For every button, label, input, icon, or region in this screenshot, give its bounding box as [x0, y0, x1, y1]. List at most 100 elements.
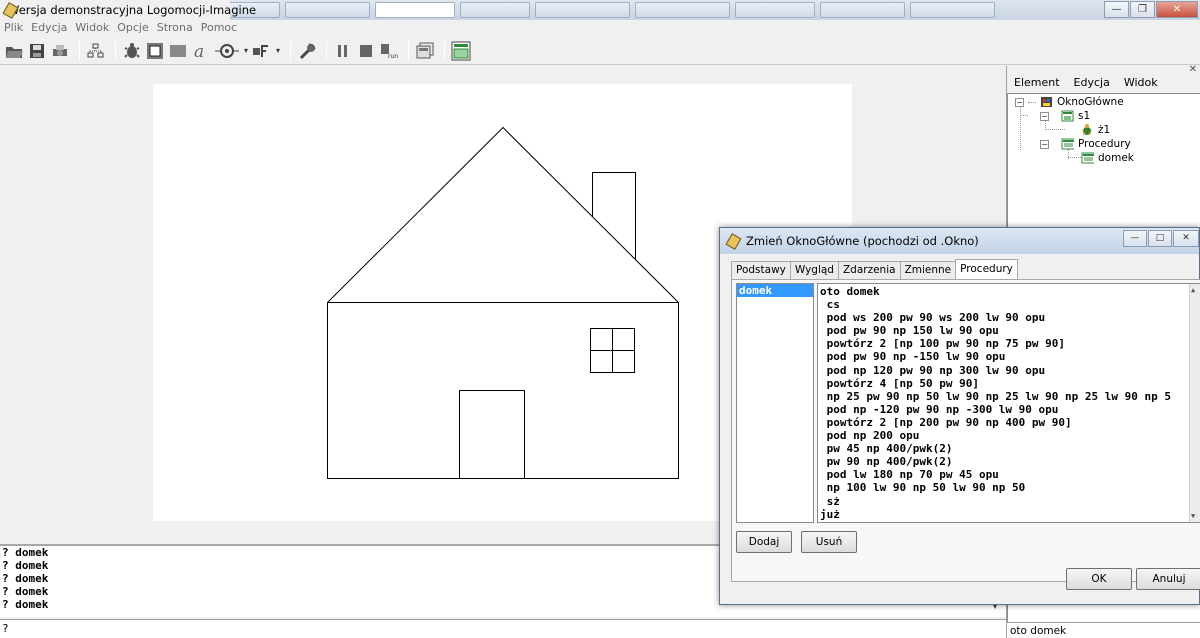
cancel-button[interactable]: Anuluj: [1136, 568, 1200, 590]
procedure-list[interactable]: domek: [736, 283, 814, 523]
tree-node-procedures[interactable]: − Procedury: [1040, 137, 1131, 151]
title-bar: Wersja demonstracyjna Logomocji-Imagine …: [0, 0, 1200, 22]
window-green-icon[interactable]: [451, 40, 471, 62]
code-line: pod np 120 pw 90 np 300 lw 90 opu: [820, 363, 1046, 377]
tree-view-icon[interactable]: [86, 40, 106, 62]
list-item[interactable]: domek: [737, 284, 813, 297]
code-line: sż: [820, 494, 840, 508]
taskbar-button[interactable]: [535, 2, 630, 18]
house-roof: [327, 126, 679, 303]
menu-pomoc[interactable]: Pomoc: [201, 20, 237, 36]
taskbar-button[interactable]: [820, 2, 905, 18]
tab-zmienne[interactable]: Zmienne: [899, 261, 957, 279]
add-button[interactable]: Dodaj: [736, 531, 792, 553]
app-title-area: Wersja demonstracyjna Logomocji-Imagine: [0, 0, 256, 20]
dialog-title: Zmień OknoGłówne (pochodzi od .Okno): [746, 234, 979, 248]
rectangle-icon[interactable]: [168, 40, 188, 62]
tree-node-root[interactable]: − OknoGłówne: [1015, 95, 1124, 109]
restore-icon[interactable]: ❐: [1130, 1, 1155, 18]
menu-opcje[interactable]: Opcje: [117, 20, 149, 36]
code-line: pod pw 90 np 150 lw 90 opu: [820, 324, 999, 338]
code-line: powtórz 2 [np 100 pw 90 np 75 pw 90]: [820, 337, 1066, 351]
toolbar: a ▾ ▾ run: [0, 37, 1200, 65]
procedure-icon: [1081, 152, 1094, 164]
panel-close-icon[interactable]: ✕: [1189, 64, 1197, 75]
control-icon[interactable]: [252, 40, 272, 62]
collapse-icon[interactable]: −: [1015, 97, 1024, 107]
code-line: pod ws 200 pw 90 ws 200 lw 90 opu: [820, 311, 1046, 325]
pages-icon[interactable]: [415, 40, 435, 62]
ok-button[interactable]: OK: [1066, 568, 1132, 590]
code-line: oto domek: [820, 285, 880, 298]
tree-node-label: s1: [1078, 110, 1091, 122]
edit-dialog: Zmień OknoGłówne (pochodzi od .Okno) — □…: [719, 227, 1200, 605]
tree-node-domek[interactable]: domek: [1081, 151, 1134, 165]
pause-icon[interactable]: [333, 40, 353, 62]
save-icon[interactable]: [27, 40, 47, 62]
tree-node-label: ż1: [1098, 124, 1111, 136]
close-icon[interactable]: ✕: [1173, 230, 1199, 247]
tab-podstawy[interactable]: Podstawy: [731, 261, 791, 279]
close-icon[interactable]: ✕: [1156, 1, 1198, 18]
tree-node-label: OknoGłówne: [1057, 96, 1124, 108]
code-line: pod np 200 opu: [820, 429, 920, 443]
frame-icon[interactable]: [145, 40, 165, 62]
code-scrollbar[interactable]: ▲ ▼: [1189, 284, 1200, 522]
code-line: pod np -120 pw 90 np -300 lw 90 opu: [820, 402, 1059, 416]
menu-edycja[interactable]: Edycja: [31, 20, 67, 36]
taskbar-button[interactable]: [910, 2, 995, 18]
run-icon[interactable]: [297, 40, 317, 62]
procedure-code-editor[interactable]: oto domek cs pod ws 200 pw 90 ws 200 lw …: [817, 283, 1200, 523]
tab-wyglad[interactable]: Wygląd: [789, 261, 839, 279]
scroll-down-icon[interactable]: ▼: [1191, 512, 1195, 520]
step-icon[interactable]: run: [379, 40, 399, 62]
menu-bar: Plik Edycja Widok Opcje Strona Pomoc: [0, 20, 1200, 36]
taskbar-button[interactable]: [375, 2, 455, 18]
slider-icon[interactable]: [214, 40, 240, 62]
taskbar-button[interactable]: [635, 2, 730, 18]
minimize-icon[interactable]: —: [1123, 230, 1147, 247]
taskbar-button[interactable]: [285, 2, 370, 18]
minimize-icon[interactable]: —: [1104, 1, 1129, 18]
code-line: np 25 pw 90 np 50 lw 90 np 25 lw 90 np 2…: [820, 389, 1171, 403]
stop-icon[interactable]: [356, 40, 376, 62]
tree-menu-bar: Element Edycja Widok: [1007, 74, 1200, 92]
maximize-icon[interactable]: □: [1148, 230, 1172, 247]
command-input[interactable]: ?: [0, 619, 1006, 638]
code-line: pod lw 180 np 70 pw 45 opu: [820, 468, 999, 482]
chevron-down-icon[interactable]: ▾: [275, 40, 281, 62]
text-icon[interactable]: a: [191, 40, 211, 62]
menu-strona[interactable]: Strona: [157, 20, 193, 36]
house-chimney: [592, 172, 636, 260]
code-line: powtórz 4 [np 50 pw 90]: [820, 376, 979, 390]
open-folder-icon[interactable]: [4, 40, 24, 62]
remove-button[interactable]: Usuń: [801, 531, 857, 553]
procedures-tab-panel: domek oto domek cs pod ws 200 pw 90 ws 2…: [731, 279, 1200, 582]
tree-menu-edycja[interactable]: Edycja: [1074, 74, 1110, 92]
procedures-icon: [1061, 138, 1074, 150]
taskbar-button[interactable]: [460, 2, 530, 18]
code-line: pw 45 np 400/pwk(2): [820, 442, 953, 456]
print-icon[interactable]: [50, 40, 70, 62]
tab-zdarzenia[interactable]: Zdarzenia: [837, 261, 901, 279]
chevron-down-icon[interactable]: ▾: [243, 40, 249, 62]
menu-widok[interactable]: Widok: [75, 20, 109, 36]
svg-text:a: a: [194, 42, 204, 60]
scroll-up-icon[interactable]: ▲: [1191, 286, 1195, 294]
tree-menu-element[interactable]: Element: [1014, 74, 1060, 92]
tree-node-label: Procedury: [1078, 138, 1131, 150]
tab-procedury[interactable]: Procedury: [955, 259, 1018, 279]
collapse-icon[interactable]: −: [1040, 111, 1049, 121]
dialog-title-bar: Zmień OknoGłówne (pochodzi od .Okno) — □…: [720, 228, 1199, 254]
svg-text:run: run: [388, 53, 398, 59]
house-door: [459, 390, 525, 479]
tree-node-z1[interactable]: ż1: [1081, 123, 1110, 137]
turtle-icon[interactable]: [122, 40, 142, 62]
collapse-icon[interactable]: −: [1040, 139, 1049, 149]
tree-status-bar: oto domek: [1007, 622, 1200, 638]
tree-node-s1[interactable]: − s1: [1040, 109, 1090, 123]
menu-plik[interactable]: Plik: [4, 20, 23, 36]
taskbar-button[interactable]: [735, 2, 815, 18]
window-controls: — ❐ ✕: [1104, 1, 1198, 18]
tree-menu-widok[interactable]: Widok: [1124, 74, 1158, 92]
